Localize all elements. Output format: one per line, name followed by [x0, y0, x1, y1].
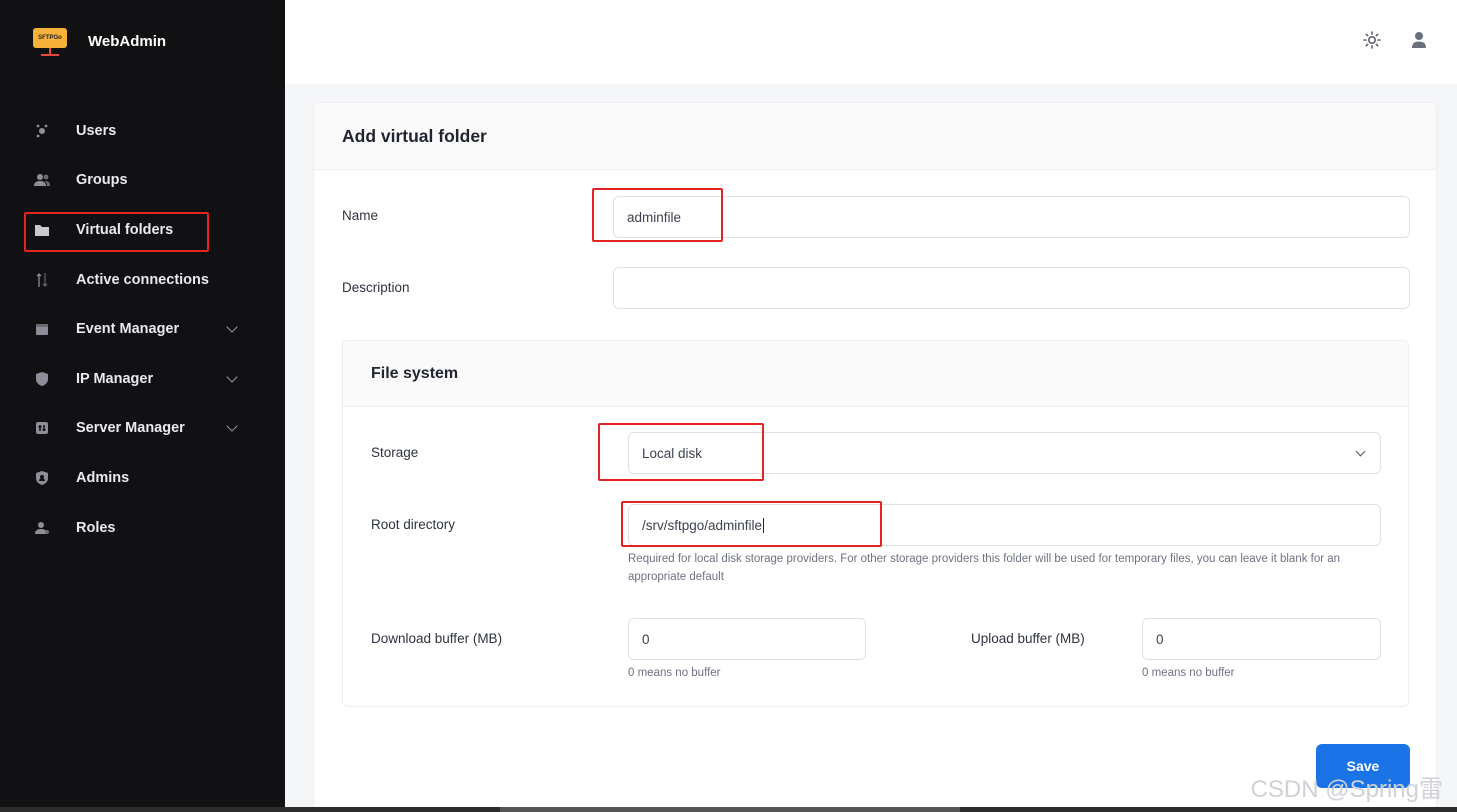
- sidebar-item-label: IP Manager: [76, 371, 154, 387]
- sidebar-item-label: Admins: [76, 470, 130, 486]
- root-directory-highlight: [621, 501, 882, 547]
- logo-text: SFTPGo: [33, 28, 67, 48]
- name-highlight: [592, 188, 723, 242]
- description-label: Description: [342, 280, 410, 295]
- sidebar-item-label: Groups: [76, 172, 128, 188]
- upload-buffer-hint: 0 means no buffer: [1142, 667, 1235, 679]
- chevron-down-icon[interactable]: [226, 371, 238, 383]
- virtual-folders-highlight: [24, 212, 209, 252]
- brand[interactable]: SFTPGo WebAdmin: [33, 24, 166, 58]
- server-icon: [33, 419, 51, 437]
- storage-highlight: [598, 423, 764, 481]
- download-buffer-label: Download buffer (MB): [371, 631, 503, 646]
- sidebar-item-server-manager[interactable]: Server Manager: [33, 410, 263, 446]
- sidebar-item-event-manager[interactable]: Event Manager: [33, 311, 263, 347]
- sftpgo-logo: SFTPGo: [33, 24, 67, 58]
- chevron-down-icon: [1355, 446, 1366, 457]
- users-icon: [33, 122, 51, 140]
- sidebar-item-admins[interactable]: Admins: [33, 460, 263, 496]
- chevron-down-icon[interactable]: [226, 321, 238, 333]
- description-input[interactable]: [613, 267, 1410, 309]
- sidebar-item-label: Active connections: [76, 272, 209, 288]
- sidebar: SFTPGo WebAdmin Users Groups Virtual fol…: [0, 0, 285, 812]
- download-buffer-input[interactable]: 0: [628, 618, 866, 660]
- download-buffer-value: 0: [642, 631, 650, 647]
- upload-buffer-value: 0: [1156, 631, 1164, 647]
- bottom-strip: [0, 807, 1457, 812]
- add-virtual-folder-card: Add virtual folder Name adminfile Descri…: [313, 102, 1437, 812]
- sidebar-item-label: Roles: [76, 520, 116, 536]
- sidebar-item-users[interactable]: Users: [33, 113, 263, 149]
- sidebar-item-groups[interactable]: Groups: [33, 162, 263, 198]
- connections-icon: [33, 271, 51, 289]
- sidebar-item-ip-manager[interactable]: IP Manager: [33, 361, 263, 397]
- sidebar-item-roles[interactable]: Roles: [33, 510, 263, 546]
- name-input[interactable]: adminfile: [613, 196, 1410, 238]
- role-icon: [33, 519, 51, 537]
- page-title: Add virtual folder: [342, 125, 487, 146]
- theme-toggle-icon[interactable]: [1362, 30, 1382, 50]
- file-system-title: File system: [371, 364, 459, 382]
- brand-name: WebAdmin: [88, 32, 167, 50]
- chevron-down-icon[interactable]: [226, 420, 238, 432]
- shield-icon: [33, 370, 51, 388]
- root-directory-hint: Required for local disk storage provider…: [628, 553, 1341, 583]
- file-system-header: File system: [343, 341, 1408, 407]
- storage-label: Storage: [371, 445, 419, 460]
- sidebar-item-label: Users: [76, 123, 117, 139]
- admin-icon: [33, 469, 51, 487]
- sidebar-item-label: Event Manager: [76, 321, 180, 337]
- name-label: Name: [342, 208, 379, 223]
- sidebar-item-label: Server Manager: [76, 420, 185, 436]
- card-header: Add virtual folder: [314, 103, 1436, 170]
- root-directory-label: Root directory: [371, 517, 456, 532]
- topbar: [285, 0, 1457, 84]
- file-system-panel: File system Storage Local disk Root dire…: [342, 340, 1409, 707]
- sidebar-item-active-connections[interactable]: Active connections: [33, 262, 263, 298]
- calendar-icon: [33, 320, 51, 338]
- upload-buffer-label: Upload buffer (MB): [971, 631, 1085, 646]
- user-avatar-icon[interactable]: [1409, 30, 1429, 50]
- download-buffer-hint: 0 means no buffer: [628, 667, 721, 679]
- groups-icon: [33, 171, 51, 189]
- watermark: CSDN @Spring雷: [1250, 776, 1443, 803]
- upload-buffer-input[interactable]: 0: [1142, 618, 1381, 660]
